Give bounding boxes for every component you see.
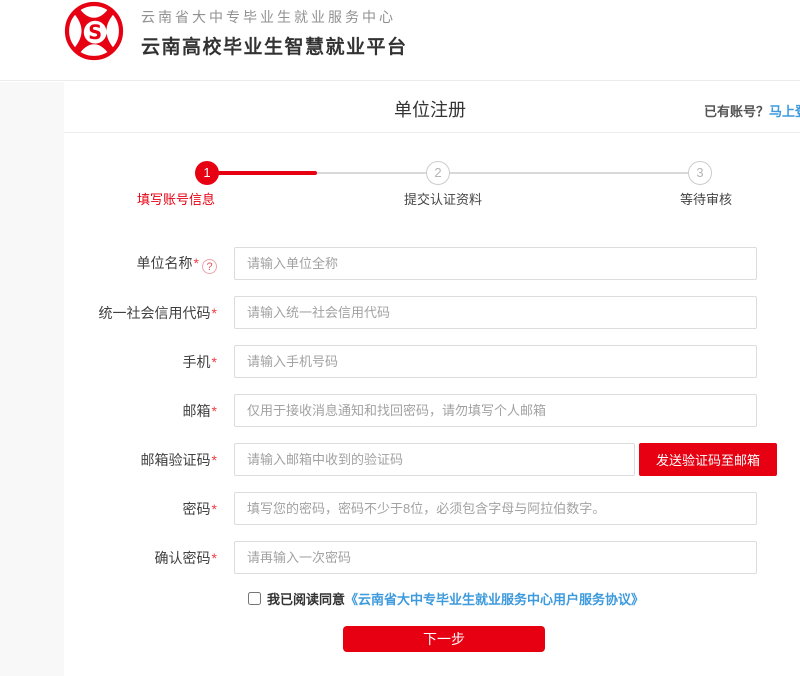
required-mark: *	[212, 403, 217, 419]
brand-text: 云南省大中专毕业生就业服务中心 云南高校毕业生智慧就业平台	[141, 7, 408, 59]
mobile-input[interactable]	[234, 345, 757, 378]
required-mark: *	[212, 501, 217, 517]
form-row-credit-code: 统一社会信用代码*	[64, 296, 800, 329]
unit-name-label: 单位名称*?	[64, 253, 234, 274]
next-step-button[interactable]: 下一步	[343, 626, 545, 652]
email-code-label: 邮箱验证码*	[64, 450, 234, 470]
login-area: 已有账号？马上登录	[704, 101, 800, 120]
org-name: 云南省大中专毕业生就业服务中心	[141, 7, 408, 27]
required-mark: *	[212, 305, 217, 321]
progress-stepper: 1 2 3 填写账号信息 提交认证资料 等待审核	[64, 133, 800, 247]
form-row-email: 邮箱*	[64, 394, 800, 427]
password-input[interactable]	[234, 492, 757, 525]
email-label: 邮箱*	[64, 401, 234, 421]
credit-code-label: 统一社会信用代码*	[64, 303, 234, 323]
form-row-confirm-password: 确认密码*	[64, 541, 800, 574]
send-code-button[interactable]: 发送验证码至邮箱	[639, 443, 777, 476]
agreement-text: 我已阅读同意《云南省大中专毕业生就业服务中心用户服务协议》	[267, 589, 644, 608]
form-row-password: 密码*	[64, 492, 800, 525]
required-mark: *	[212, 550, 217, 566]
required-mark: *	[212, 452, 217, 468]
agreement-checkbox[interactable]	[248, 592, 261, 605]
email-code-input[interactable]	[234, 443, 635, 476]
step1-label: 填写账号信息	[86, 189, 266, 208]
confirm-password-label: 确认密码*	[64, 548, 234, 568]
site-header: S 云南省大中专毕业生就业服务中心 云南高校毕业生智慧就业平台	[0, 0, 800, 81]
user-agreement-link[interactable]: 《云南省大中专毕业生就业服务中心用户服务协议》	[345, 592, 644, 607]
step3-label: 等待审核	[616, 189, 796, 208]
card-header: 单位注册 已有账号？马上登录	[64, 82, 800, 133]
question-mark-icon[interactable]: ?	[202, 259, 217, 274]
page-background: 单位注册 已有账号？马上登录 1 2 3 填写账号信息 提交认证资料 等待审核 …	[0, 82, 800, 676]
email-input[interactable]	[234, 394, 757, 427]
step-progress-line	[207, 171, 317, 175]
login-prompt: 已有账号？	[704, 104, 769, 119]
agreement-row: 我已阅读同意《云南省大中专毕业生就业服务中心用户服务协议》	[248, 590, 800, 607]
step1-circle: 1	[195, 161, 219, 185]
form-row-unit-name: 单位名称*?	[64, 247, 800, 280]
credit-code-input[interactable]	[234, 296, 757, 329]
svg-text:S: S	[88, 21, 102, 44]
page-title: 单位注册	[64, 96, 796, 122]
form-row-email-code: 邮箱验证码* 发送验证码至邮箱	[64, 443, 800, 476]
required-mark: *	[212, 354, 217, 370]
platform-logo-icon: S	[63, 1, 125, 61]
step2-circle: 2	[426, 161, 450, 185]
step3-circle: 3	[688, 161, 712, 185]
platform-name: 云南高校毕业生智慧就业平台	[141, 32, 408, 59]
unit-name-input[interactable]	[234, 247, 757, 280]
login-now-link[interactable]: 马上登录	[769, 104, 800, 119]
registration-card: 单位注册 已有账号？马上登录 1 2 3 填写账号信息 提交认证资料 等待审核 …	[64, 82, 800, 676]
step2-label: 提交认证资料	[353, 189, 533, 208]
confirm-password-input[interactable]	[234, 541, 757, 574]
form-row-mobile: 手机*	[64, 345, 800, 378]
required-mark: *	[194, 255, 199, 271]
registration-form: 单位名称*? 统一社会信用代码* 手机* 邮箱* 邮箱验证码* 发送验证码至邮箱	[64, 247, 800, 652]
password-label: 密码*	[64, 499, 234, 519]
mobile-label: 手机*	[64, 352, 234, 372]
